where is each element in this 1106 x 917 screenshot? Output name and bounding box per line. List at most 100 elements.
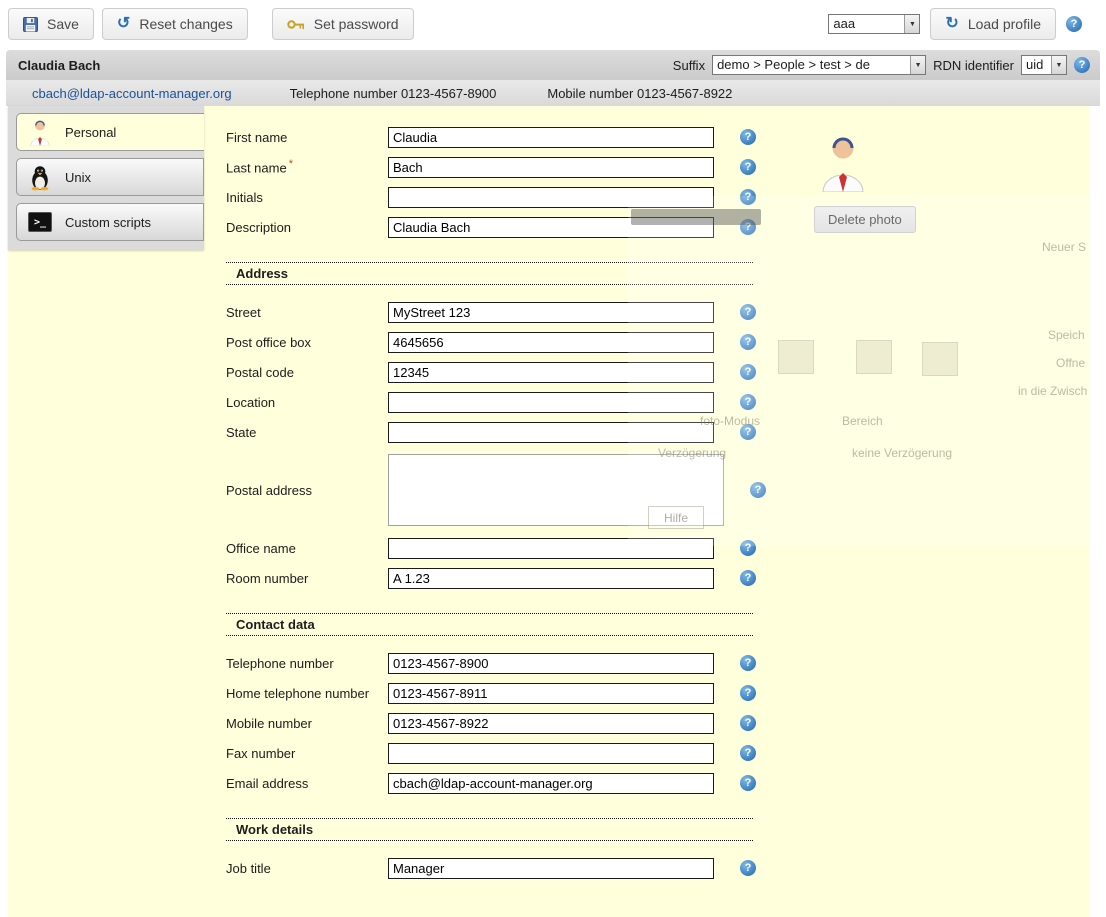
help-icon[interactable]: ? (740, 775, 756, 791)
chevron-down-icon: ▼ (910, 56, 925, 74)
field-input-description[interactable] (388, 217, 714, 238)
form-content: First name?Last name*?Initials?Descripti… (204, 106, 1090, 917)
help-icon[interactable]: ? (740, 745, 756, 761)
field-input-postal-address[interactable] (388, 454, 724, 526)
form-sections: AddressStreet?Post office box?Postal cod… (226, 262, 1090, 883)
help-icon[interactable]: ? (740, 655, 756, 671)
profile-select[interactable]: aaa ▼ (828, 14, 920, 34)
help-icon[interactable]: ? (740, 364, 756, 380)
suffix-label: Suffix (673, 58, 705, 73)
field-label-home-telephone-number: Home telephone number (226, 686, 388, 701)
field-input-street[interactable] (388, 302, 714, 323)
header-telephone: Telephone number 0123-4567-8900 (290, 86, 497, 101)
form-row: Email address? (226, 768, 1090, 798)
field-label-post-office-box: Post office box (226, 335, 388, 350)
form-row: Street? (226, 297, 1090, 327)
set-password-label: Set password (314, 16, 399, 32)
help-icon[interactable]: ? (740, 159, 756, 175)
field-input-last-name[interactable] (388, 157, 714, 178)
help-icon[interactable]: ? (740, 304, 756, 320)
help-icon[interactable]: ? (740, 540, 756, 556)
help-icon[interactable]: ? (740, 715, 756, 731)
field-label-state: State (226, 425, 388, 440)
field-input-mobile-number[interactable] (388, 713, 714, 734)
required-marker: * (289, 158, 293, 170)
account-header: Claudia Bach Suffix demo > People > test… (6, 50, 1100, 106)
save-icon (23, 17, 38, 32)
suffix-select[interactable]: demo > People > test > de ▼ (712, 55, 926, 75)
help-icon[interactable]: ? (740, 129, 756, 145)
field-input-telephone-number[interactable] (388, 653, 714, 674)
field-label-fax-number: Fax number (226, 746, 388, 761)
tab-custom-scripts-label: Custom scripts (65, 215, 151, 230)
reset-changes-button[interactable]: ↺ Reset changes (102, 8, 248, 40)
form-row: Initials? (226, 182, 1090, 212)
field-input-postal-code[interactable] (388, 362, 714, 383)
toolbar-right: aaa ▼ ↻ Load profile ? (828, 8, 1082, 40)
section-title-work-details: Work details (226, 818, 753, 841)
help-icon[interactable]: ? (740, 219, 756, 235)
tab-unix[interactable]: Unix (16, 158, 204, 196)
chevron-down-icon: ▼ (1051, 56, 1066, 74)
help-icon[interactable]: ? (740, 424, 756, 440)
help-icon[interactable]: ? (740, 570, 756, 586)
section-title-address: Address (226, 262, 753, 285)
load-profile-icon: ↻ (945, 17, 958, 31)
load-profile-label: Load profile (968, 16, 1041, 32)
sidebar: Personal Unix (8, 106, 204, 917)
form-row: Job title? (226, 853, 1090, 883)
profile-select-value: aaa (829, 15, 904, 33)
save-button[interactable]: Save (8, 8, 94, 40)
field-input-job-title[interactable] (388, 858, 714, 879)
form-row: Postal code? (226, 357, 1090, 387)
help-icon[interactable]: ? (740, 860, 756, 876)
header-mobile: Mobile number 0123-4567-8922 (547, 86, 732, 101)
rdn-identifier-select[interactable]: uid ▼ (1021, 55, 1067, 75)
rdn-select-value: uid (1022, 56, 1051, 74)
form-row: First name? (226, 122, 1090, 152)
help-icon[interactable]: ? (750, 482, 766, 498)
section-title-contact-data: Contact data (226, 613, 753, 636)
field-label-street: Street (226, 305, 388, 320)
form-row: Last name*? (226, 152, 1090, 182)
form-row: Location? (226, 387, 1090, 417)
save-button-label: Save (47, 16, 79, 32)
delete-photo-button[interactable]: Delete photo (814, 206, 916, 233)
tab-personal[interactable]: Personal (16, 113, 204, 151)
help-icon[interactable]: ? (1074, 57, 1090, 73)
field-input-post-office-box[interactable] (388, 332, 714, 353)
form-row: Home telephone number? (226, 678, 1090, 708)
email-link[interactable]: cbach@ldap-account-manager.org (32, 86, 232, 101)
help-icon[interactable]: ? (740, 334, 756, 350)
field-input-state[interactable] (388, 422, 714, 443)
help-icon[interactable]: ? (1066, 16, 1082, 32)
form-row: Fax number? (226, 738, 1090, 768)
field-input-email-address[interactable] (388, 773, 714, 794)
field-input-home-telephone-number[interactable] (388, 683, 714, 704)
form-row: Description? (226, 212, 1090, 242)
field-input-first-name[interactable] (388, 127, 714, 148)
field-label-initials: Initials (226, 190, 388, 205)
main-area: Personal Unix (8, 106, 1090, 917)
field-input-room-number[interactable] (388, 568, 714, 589)
set-password-button[interactable]: Set password (272, 8, 414, 40)
form-row: Mobile number? (226, 708, 1090, 738)
field-input-location[interactable] (388, 392, 714, 413)
toolbar: Save ↺ Reset changes Set password aaa ▼ … (0, 0, 1106, 48)
field-label-location: Location (226, 395, 388, 410)
form-row: Telephone number? (226, 648, 1090, 678)
terminal-icon: >_ (27, 212, 53, 232)
field-label-last-name: Last name* (226, 158, 388, 175)
help-icon[interactable]: ? (740, 394, 756, 410)
field-input-office-name[interactable] (388, 538, 714, 559)
field-input-initials[interactable] (388, 187, 714, 208)
field-label-email-address: Email address (226, 776, 388, 791)
load-profile-button[interactable]: ↻ Load profile (930, 8, 1056, 40)
tab-strip: Personal Unix (8, 106, 204, 250)
field-input-fax-number[interactable] (388, 743, 714, 764)
field-label-postal-code: Postal code (226, 365, 388, 380)
help-icon[interactable]: ? (740, 189, 756, 205)
tab-custom-scripts[interactable]: >_ Custom scripts (16, 203, 204, 241)
field-label-mobile-number: Mobile number (226, 716, 388, 731)
help-icon[interactable]: ? (740, 685, 756, 701)
